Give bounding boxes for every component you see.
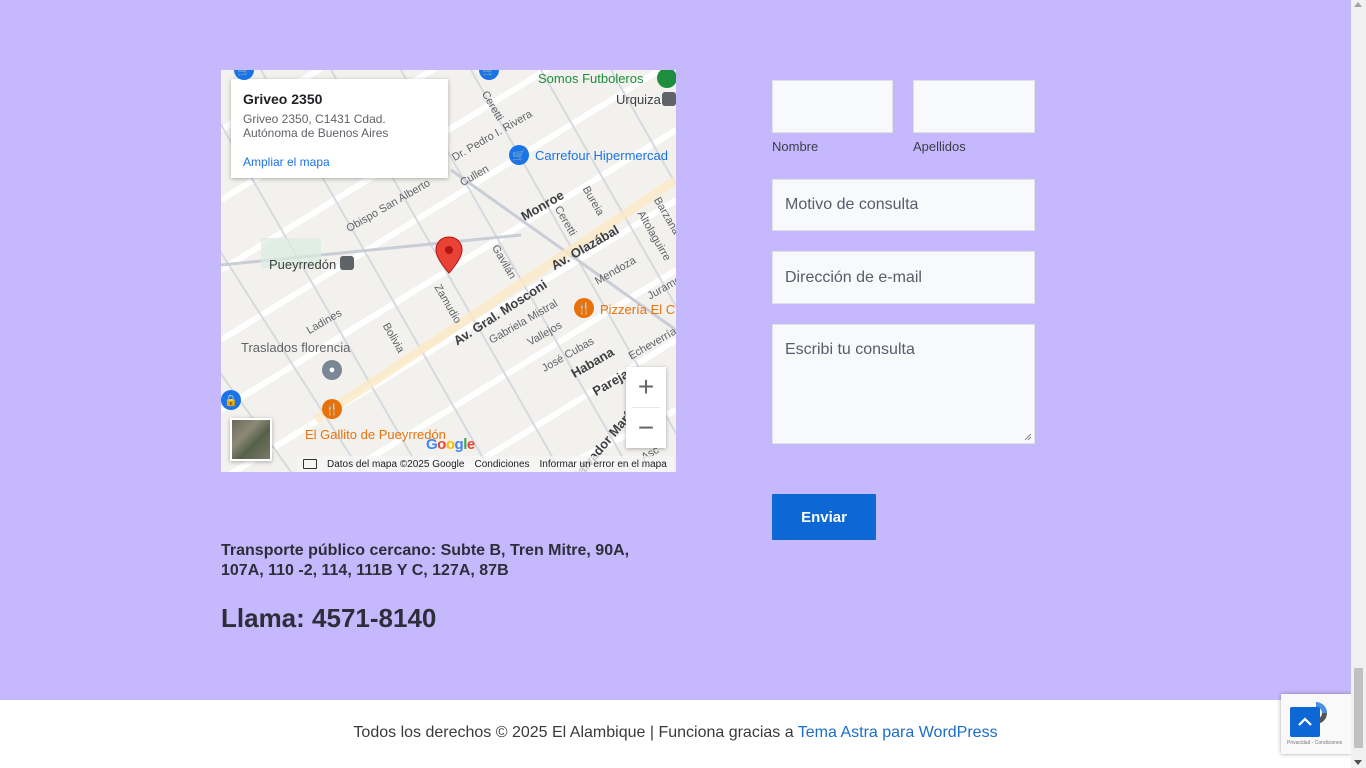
page-scrollbar[interactable] [1351,0,1366,768]
apellidos-field[interactable] [913,80,1035,133]
recaptcha-text: Privacidad - Condiciones [1287,740,1343,746]
scroll-down-arrow-icon[interactable] [1354,760,1362,765]
resize-handle-icon[interactable] [1024,433,1032,441]
poi-green-icon[interactable] [657,70,676,88]
copyright-label: Todos los derechos © 2025 El Alambique |… [353,724,798,741]
restaurant-icon[interactable]: 🍴 [322,399,342,419]
nombre-label: Nombre [772,139,819,154]
nombre-field[interactable] [772,80,893,133]
phone-heading: Llama: 4571-8140 [221,603,437,633]
restaurant-icon[interactable]: 🍴 [574,298,594,318]
enlarge-map-link[interactable]: Ampliar el mapa [243,155,330,169]
google-logo: Google [426,436,475,453]
email-field[interactable]: Dirección de e-mail [772,251,1035,304]
train-station-icon[interactable] [662,92,676,106]
place-urquiza[interactable]: Urquiza [616,92,661,107]
map-zoom-control: + − [626,367,666,448]
chevron-up-icon [1298,717,1312,726]
scroll-up-arrow-icon[interactable] [1354,2,1362,7]
map-card-title: Griveo 2350 [243,91,323,107]
place-pueyrredon[interactable]: Pueyrredón [269,257,336,272]
keyboard-icon[interactable] [303,459,317,469]
map-info-card: Griveo 2350 Griveo 2350, C1431 Cdad. Aut… [231,79,448,178]
consulta-textarea[interactable]: Escribi tu consulta [772,324,1035,444]
zoom-out-button[interactable]: − [626,408,666,448]
map-data-text: Datos del mapa ©2025 Google [327,458,465,470]
copyright-text: Todos los derechos © 2025 El Alambique |… [0,724,1351,742]
scrollbar-thumb[interactable] [1354,668,1363,748]
place-pizzeria[interactable]: Pizzería El C [600,302,675,317]
place-traslados[interactable]: Traslados florencia [241,340,350,355]
scroll-to-top-button[interactable] [1290,707,1320,737]
motivo-field[interactable]: Motivo de consulta [772,179,1035,231]
transport-info: Transporte público cercano: Subte B, Tre… [221,542,630,579]
astra-theme-link[interactable]: Tema Astra para WordPress [798,724,998,741]
report-error-link[interactable]: Informar un error en el mapa [540,459,667,470]
site-footer: Todos los derechos © 2025 El Alambique |… [0,700,1351,768]
map-attribution: Datos del mapa ©2025 Google Condiciones … [297,456,673,472]
location-pin-icon[interactable]: ● [322,360,342,380]
apellidos-label: Apellidos [913,139,966,154]
zoom-in-button[interactable]: + [626,367,666,407]
place-somos-futboleros[interactable]: Somos Futboleros [538,71,644,86]
map-card-address: Griveo 2350, C1431 Cdad. Autónoma de Bue… [243,112,389,140]
train-station-icon[interactable] [340,256,354,270]
contact-section: Griveo 2350 Griveo 2350, C1431 Cdad. Aut… [0,0,1351,700]
submit-button[interactable]: Enviar [772,494,876,540]
map-embed[interactable]: Griveo 2350 Griveo 2350, C1431 Cdad. Aut… [221,70,676,472]
terms-link[interactable]: Condiciones [474,459,529,470]
shopping-cart-icon[interactable]: 🛒 [509,145,529,165]
place-carrefour[interactable]: Carrefour Hipermercad [535,148,668,163]
satellite-view-toggle[interactable] [230,418,272,461]
map-pin-icon[interactable] [435,236,463,274]
lock-icon[interactable]: 🔒 [221,390,241,410]
place-el-gallito[interactable]: El Gallito de Pueyrredón [305,427,446,442]
